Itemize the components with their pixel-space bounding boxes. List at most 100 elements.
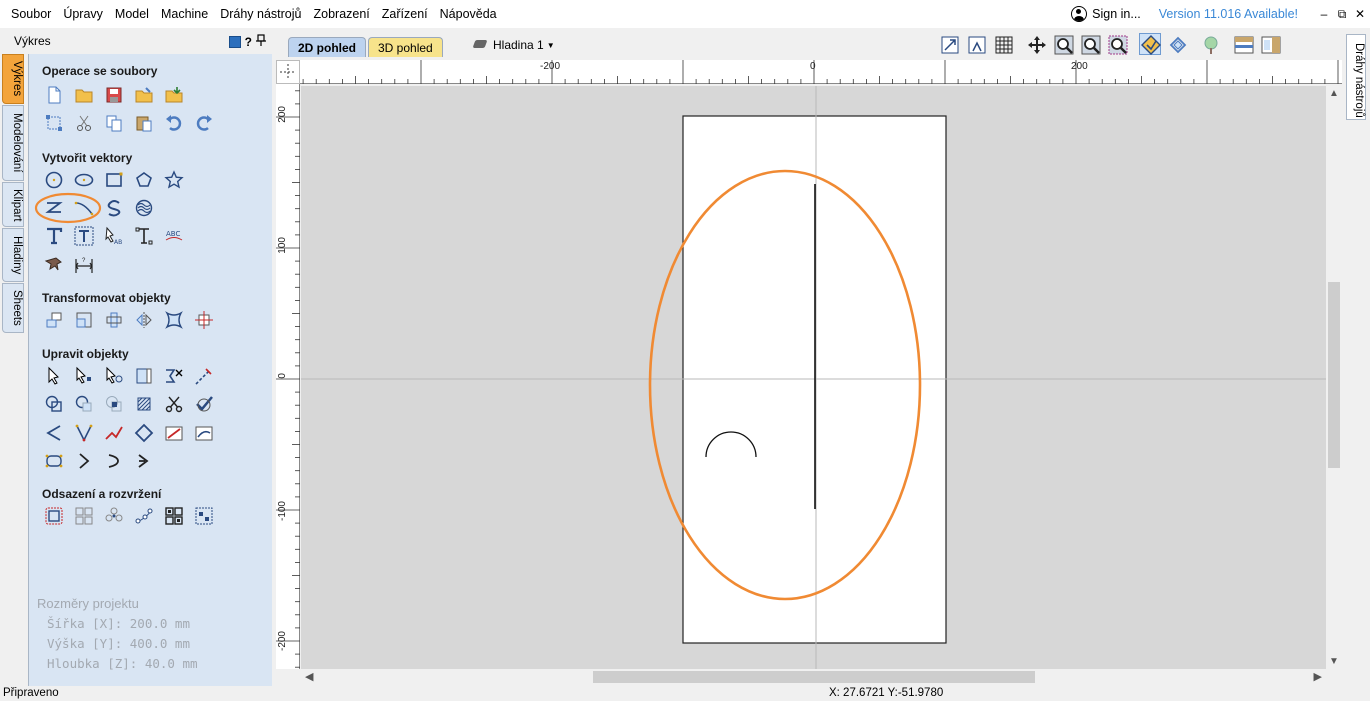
horizontal-scroll-thumb[interactable] <box>593 671 1035 683</box>
menu-view[interactable]: Zobrazení <box>308 0 376 28</box>
smooth-node-icon[interactable] <box>73 422 95 444</box>
scroll-down-icon[interactable]: ▼ <box>1326 656 1342 667</box>
redo-icon[interactable] <box>193 112 215 134</box>
scissors-icon[interactable] <box>163 393 185 415</box>
snap-grid-icon[interactable] <box>965 33 987 55</box>
bitmap-trace-icon[interactable] <box>43 253 65 275</box>
offset-icon[interactable] <box>43 505 65 527</box>
menu-edit[interactable]: Úpravy <box>57 0 109 28</box>
node-edit-icon[interactable] <box>73 365 95 387</box>
tab-modeling[interactable]: Modelování <box>2 105 24 181</box>
layout-1-icon[interactable] <box>1232 33 1254 55</box>
ellipse-tool-icon[interactable] <box>73 169 95 191</box>
fit-curve-icon[interactable] <box>193 422 215 444</box>
zoom-box-icon[interactable] <box>1052 33 1074 55</box>
snap-icon[interactable] <box>1139 33 1161 55</box>
sign-in-button[interactable]: Sign in... <box>1071 6 1141 22</box>
mirror-icon[interactable] <box>133 309 155 331</box>
grid-icon[interactable] <box>992 33 1014 55</box>
pan-icon[interactable] <box>1025 33 1047 55</box>
subtract-icon[interactable] <box>73 393 95 415</box>
text-arc-icon[interactable]: ABC <box>163 225 185 247</box>
tab-2d-view[interactable]: 2D pohled <box>288 37 367 57</box>
dynamic-snap-icon[interactable] <box>1166 33 1188 55</box>
curve-right-icon[interactable] <box>103 450 125 472</box>
horizontal-scrollbar[interactable]: ◀ ▶ <box>301 669 1326 685</box>
new-file-icon[interactable] <box>43 84 65 106</box>
auto-layout-icon[interactable] <box>193 505 215 527</box>
trim-icon[interactable] <box>193 365 215 387</box>
copy-along-path-icon[interactable] <box>133 505 155 527</box>
scale-icon[interactable] <box>73 309 95 331</box>
vertical-scrollbar[interactable]: ▲ ▼ <box>1326 86 1342 669</box>
menu-machine[interactable]: Machine <box>155 0 214 28</box>
minimize-button[interactable]: – <box>1316 7 1332 21</box>
weld-icon[interactable] <box>43 393 65 415</box>
menu-toolpaths[interactable]: Dráhy nástrojů <box>214 0 307 28</box>
intersect-icon[interactable] <box>103 393 125 415</box>
layout-2-icon[interactable] <box>1259 33 1281 55</box>
bracket-right-icon[interactable] <box>73 450 95 472</box>
tab-sheets[interactable]: Sheets <box>2 283 24 333</box>
nesting-icon[interactable] <box>163 505 185 527</box>
text-box-tool-icon[interactable] <box>73 225 95 247</box>
text-on-curve-icon[interactable]: AB <box>103 225 125 247</box>
tab-clipart[interactable]: Klipart <box>2 182 24 227</box>
menu-help[interactable]: Nápověda <box>434 0 503 28</box>
scroll-right-icon[interactable]: ▶ <box>1314 669 1322 685</box>
circular-array-icon[interactable] <box>103 505 125 527</box>
align-icon[interactable] <box>193 309 215 331</box>
zoom-in-icon[interactable] <box>1079 33 1101 55</box>
open-folder-icon[interactable] <box>73 84 95 106</box>
cut-icon[interactable] <box>73 112 95 134</box>
s-curve-tool-icon[interactable] <box>103 197 125 219</box>
dimension-tool-icon[interactable]: ? <box>73 253 95 275</box>
canvas-drawing[interactable] <box>301 86 1326 669</box>
ruler-corner[interactable] <box>276 60 300 84</box>
circle-tool-icon[interactable] <box>43 169 65 191</box>
distort-icon[interactable] <box>163 309 185 331</box>
chamfer-icon[interactable] <box>43 422 65 444</box>
save-icon[interactable] <box>103 84 125 106</box>
delete-node-icon[interactable] <box>163 365 185 387</box>
help-button[interactable]: ? <box>245 35 252 49</box>
dock-icon[interactable] <box>228 35 241 48</box>
select-tool-icon[interactable] <box>43 365 65 387</box>
star-tool-icon[interactable] <box>163 169 185 191</box>
zoom-selection-icon[interactable] <box>1106 33 1128 55</box>
restore-button[interactable]: ⧉ <box>1334 7 1350 22</box>
version-link[interactable]: Version 11.016 Available! <box>1159 7 1298 21</box>
layer-selector[interactable]: Hladina 1 ▼ <box>474 36 555 54</box>
undo-icon[interactable] <box>163 112 185 134</box>
menu-model[interactable]: Model <box>109 0 155 28</box>
drawing-canvas[interactable] <box>301 86 1326 669</box>
save-as-icon[interactable] <box>133 84 155 106</box>
pin-icon[interactable] <box>256 34 266 49</box>
tree-icon[interactable] <box>1199 33 1221 55</box>
tab-layers[interactable]: Hladiny <box>2 228 24 282</box>
tab-right-icon[interactable] <box>133 450 155 472</box>
text-tool-icon[interactable] <box>43 225 65 247</box>
nest-icon[interactable] <box>43 450 65 472</box>
import-icon[interactable] <box>163 84 185 106</box>
measure-icon[interactable] <box>133 365 155 387</box>
zoom-to-fit-icon[interactable] <box>938 33 960 55</box>
spiral-tool-icon[interactable] <box>133 197 155 219</box>
copy-icon[interactable] <box>103 112 125 134</box>
validate-icon[interactable] <box>193 393 215 415</box>
array-copy-icon[interactable] <box>73 505 95 527</box>
fillet-icon[interactable] <box>133 393 155 415</box>
toolpaths-side-tab[interactable]: Dráhy nástrojů <box>1346 34 1366 120</box>
join-icon[interactable] <box>103 422 125 444</box>
polygon-tool-icon[interactable] <box>133 169 155 191</box>
rectangle-tool-icon[interactable] <box>103 169 125 191</box>
paste-icon[interactable] <box>133 112 155 134</box>
tab-drawing[interactable]: Výkres <box>2 54 24 104</box>
interactive-select-icon[interactable] <box>103 365 125 387</box>
move-icon[interactable] <box>43 309 65 331</box>
menu-device[interactable]: Zařízení <box>376 0 434 28</box>
scroll-left-icon[interactable]: ◀ <box>305 669 313 685</box>
menu-file[interactable]: Soubor <box>0 0 57 28</box>
extend-icon[interactable] <box>163 422 185 444</box>
scroll-up-icon[interactable]: ▲ <box>1326 88 1342 99</box>
